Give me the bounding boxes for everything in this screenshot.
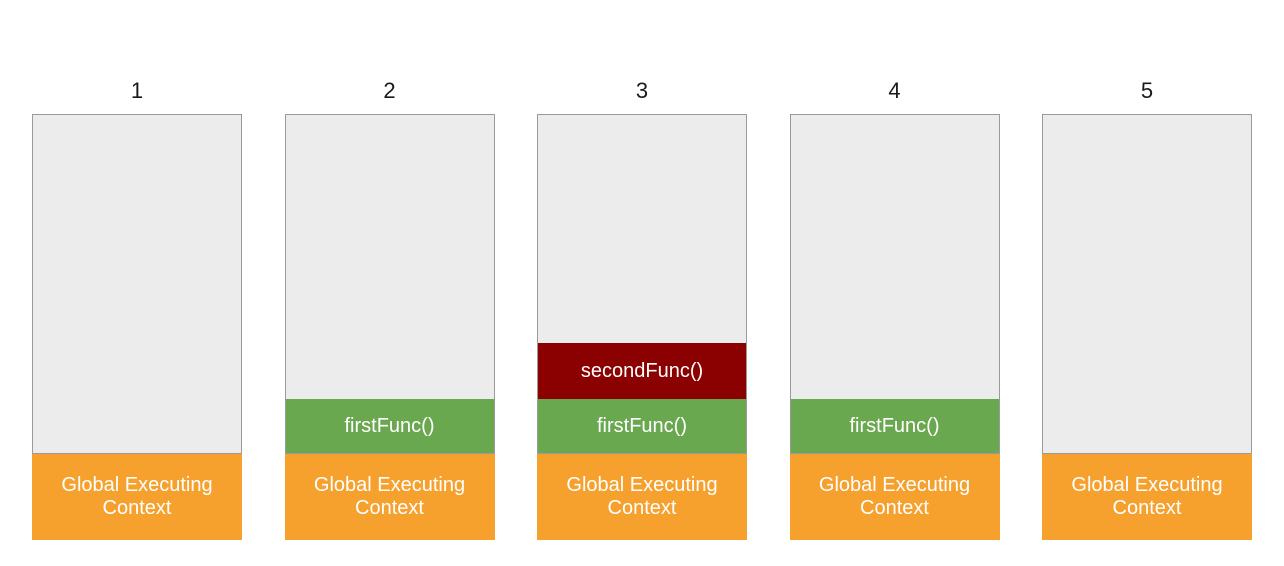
stack-step-2: 2 firstFunc() Global Executing Context	[285, 78, 495, 540]
stack-step-5: 5 Global Executing Context	[1042, 78, 1252, 540]
step-number: 4	[888, 78, 900, 104]
step-number: 5	[1141, 78, 1153, 104]
stack-container: firstFunc()	[790, 114, 1000, 454]
stack-step-4: 4 firstFunc() Global Executing Context	[790, 78, 1000, 540]
stack-container	[32, 114, 242, 454]
first-func-frame: firstFunc()	[538, 399, 746, 453]
step-number: 3	[636, 78, 648, 104]
global-context-frame: Global Executing Context	[285, 454, 495, 540]
stack-container: secondFunc() firstFunc()	[537, 114, 747, 454]
second-func-frame: secondFunc()	[538, 343, 746, 399]
stack-container: firstFunc()	[285, 114, 495, 454]
stack-step-3: 3 secondFunc() firstFunc() Global Execut…	[537, 78, 747, 540]
step-number: 1	[131, 78, 143, 104]
global-context-frame: Global Executing Context	[32, 454, 242, 540]
global-context-frame: Global Executing Context	[790, 454, 1000, 540]
step-number: 2	[383, 78, 395, 104]
call-stack-diagram: 1 Global Executing Context 2 firstFunc()…	[32, 78, 1252, 540]
first-func-frame: firstFunc()	[791, 399, 999, 453]
global-context-frame: Global Executing Context	[1042, 454, 1252, 540]
first-func-frame: firstFunc()	[286, 399, 494, 453]
global-context-frame: Global Executing Context	[537, 454, 747, 540]
stack-step-1: 1 Global Executing Context	[32, 78, 242, 540]
stack-container	[1042, 114, 1252, 454]
